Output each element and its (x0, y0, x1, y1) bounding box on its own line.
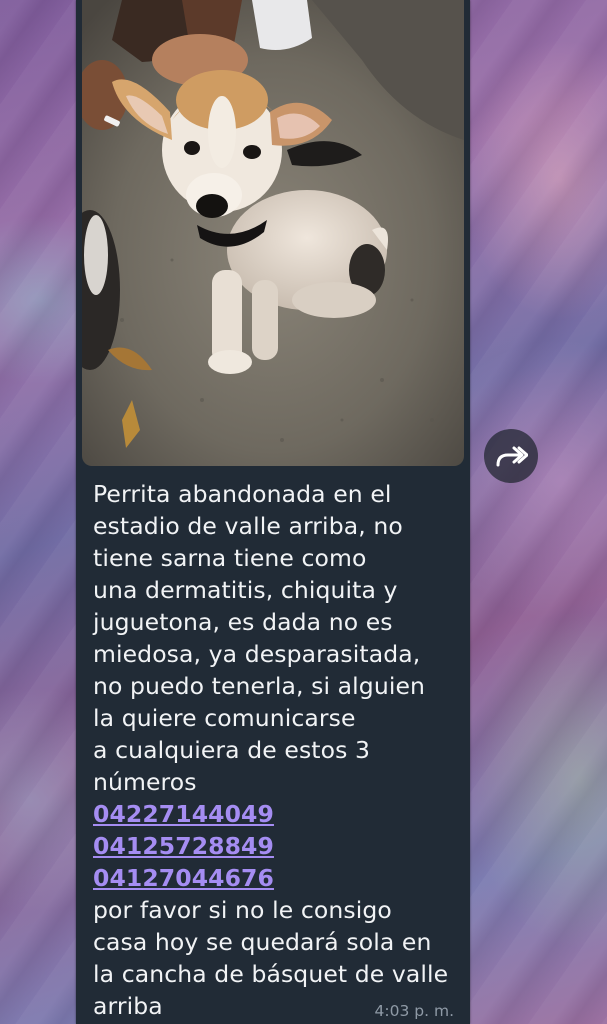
phone-link-3[interactable]: 04127044676 (93, 862, 463, 894)
message-line: la cancha de básquet de valle (93, 960, 449, 988)
message-line: por favor si no le consigo (93, 896, 392, 924)
message-bubble[interactable]: Perrita abandonada en el estadio de vall… (76, 0, 470, 1024)
message-line: la quiere comunicarse (93, 704, 356, 732)
message-line: no puedo tenerla, si alguien (93, 672, 425, 700)
message-timestamp: 4:03 p. m. (374, 1002, 454, 1020)
message-line: Perrita abandonada en el (93, 480, 392, 508)
forward-arrow-icon (496, 446, 528, 467)
message-line: estadio de valle arriba, no (93, 512, 403, 540)
phone-link-1[interactable]: 04227144049 (93, 798, 463, 830)
message-line: una dermatitis, chiquita y (93, 576, 398, 604)
forward-button[interactable] (484, 429, 538, 483)
message-line: juguetona, es dada no es (93, 608, 393, 636)
message-text: Perrita abandonada en el estadio de vall… (93, 478, 463, 1022)
phone-link-2[interactable]: 04125728849 (93, 830, 463, 862)
message-line: números (93, 768, 197, 796)
puppy-photo[interactable] (82, 0, 464, 466)
message-line: casa hoy se quedará sola en (93, 928, 432, 956)
message-line: miedosa, ya desparasitada, (93, 640, 421, 668)
message-line: tiene sarna tiene como (93, 544, 367, 572)
message-line: a cualquiera de estos 3 (93, 736, 371, 764)
